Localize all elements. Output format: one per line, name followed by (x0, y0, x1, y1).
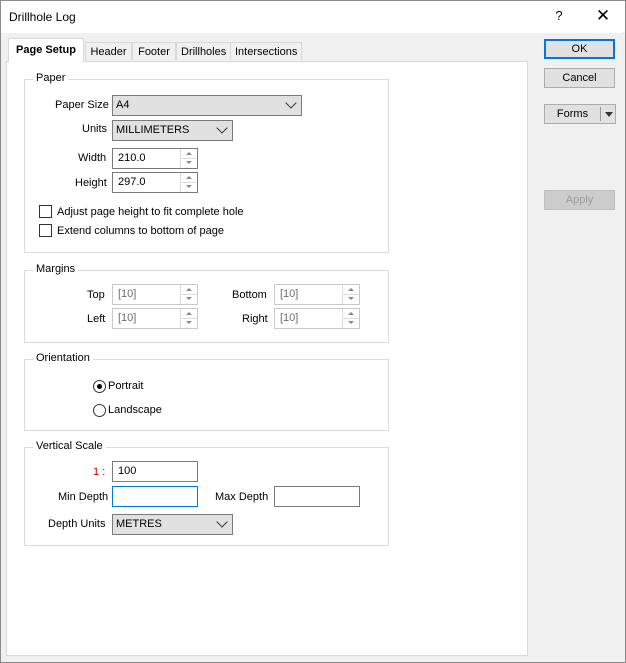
margin-bottom-value: [10] (280, 288, 299, 300)
extend-columns-checkbox[interactable] (39, 224, 52, 237)
orientation-group-title: Orientation (33, 352, 93, 364)
arrow-down-icon (348, 297, 354, 300)
help-button[interactable]: ? (546, 1, 572, 31)
tab-header[interactable]: Header (85, 42, 132, 60)
margin-right-value: [10] (280, 312, 299, 324)
arrow-up-icon (348, 312, 354, 315)
margins-group-title: Margins (33, 263, 79, 275)
landscape-label[interactable]: Landscape (108, 404, 162, 416)
margin-top-stepper[interactable]: [10] (112, 284, 198, 305)
margin-left-spin-buttons[interactable] (180, 309, 197, 328)
margin-top-spin-buttons[interactable] (180, 285, 197, 304)
height-label: Height (75, 177, 107, 189)
apply-button[interactable]: Apply (544, 190, 615, 210)
width-stepper[interactable]: 210.0 (112, 148, 198, 169)
paper-size-value: A4 (116, 99, 130, 111)
ok-button[interactable]: OK (544, 39, 615, 59)
tab-footer[interactable]: Footer (132, 42, 176, 60)
margin-left-stepper[interactable]: [10] (112, 308, 198, 329)
max-depth-input[interactable] (274, 486, 360, 507)
arrow-up-icon (186, 312, 192, 315)
tab-drillholes[interactable]: Drillholes (176, 42, 231, 60)
margin-bottom-stepper[interactable]: [10] (274, 284, 360, 305)
dialog-window: Drillhole Log ? ✕ Page Setup Header Foot… (0, 0, 626, 663)
height-value: 297.0 (118, 176, 146, 188)
extend-columns-label[interactable]: Extend columns to bottom of page (57, 225, 224, 237)
arrow-up-icon (348, 288, 354, 291)
width-spin-buttons[interactable] (180, 149, 197, 168)
title-bar: Drillhole Log ? ✕ (1, 1, 625, 33)
width-label: Width (78, 152, 107, 164)
paper-size-select[interactable]: A4 (112, 95, 302, 116)
margin-left-label: Left (87, 313, 106, 325)
depth-units-label: Depth Units (48, 518, 106, 530)
tab-page-setup[interactable]: Page Setup (8, 38, 84, 62)
units-value: MILLIMETERS (116, 124, 190, 136)
landscape-radio[interactable] (93, 404, 106, 417)
arrow-down-icon (348, 321, 354, 324)
arrow-up-icon (186, 176, 192, 179)
arrow-up-icon (186, 152, 192, 155)
orientation-group: Orientation Portrait Landscape (24, 352, 389, 431)
margins-group: Margins Top [10] Bottom [10] Left [10] R… (24, 263, 389, 343)
cancel-button[interactable]: Cancel (544, 68, 615, 88)
portrait-label[interactable]: Portrait (108, 380, 143, 392)
forms-split-button[interactable]: Forms (544, 104, 616, 124)
tab-panel-page-setup: Paper Paper Size A4 Units MILLIMETERS Wi… (6, 61, 528, 656)
paper-group-title: Paper (33, 72, 69, 84)
dropdown-arrow-icon[interactable] (605, 112, 613, 117)
arrow-down-icon (186, 321, 192, 324)
margin-bottom-spin-buttons[interactable] (342, 285, 359, 304)
forms-button-label[interactable]: Forms (545, 105, 600, 123)
paper-group: Paper Paper Size A4 Units MILLIMETERS Wi… (24, 72, 389, 253)
units-select[interactable]: MILLIMETERS (112, 120, 233, 141)
margin-left-value: [10] (118, 312, 137, 324)
forms-button-separator (600, 107, 601, 121)
depth-units-select[interactable]: METRES (112, 514, 233, 535)
units-label: Units (82, 123, 108, 135)
max-depth-label: Max Depth (215, 491, 269, 503)
margin-right-label: Right (242, 313, 268, 325)
margin-top-label: Top (87, 289, 105, 301)
vertical-scale-group: Vertical Scale 1 : 100 Min Depth Max Dep… (24, 440, 389, 546)
min-depth-input[interactable] (112, 486, 198, 507)
margin-top-value: [10] (118, 288, 137, 300)
tab-intersections[interactable]: Intersections (230, 42, 302, 60)
height-stepper[interactable]: 297.0 (112, 172, 198, 193)
window-title: Drillhole Log (9, 10, 76, 24)
close-icon[interactable]: ✕ (589, 1, 617, 31)
chevron-down-icon (216, 122, 228, 134)
depth-units-value: METRES (116, 518, 162, 530)
arrow-down-icon (186, 297, 192, 300)
width-value: 210.0 (118, 152, 146, 164)
min-depth-label: Min Depth (58, 491, 109, 503)
margin-right-spin-buttons[interactable] (342, 309, 359, 328)
paper-size-label: Paper Size (55, 99, 109, 111)
adjust-height-checkbox[interactable] (39, 205, 52, 218)
margin-right-stepper[interactable]: [10] (274, 308, 360, 329)
scale-ratio-label: 1 : (93, 466, 106, 478)
arrow-down-icon (186, 161, 192, 164)
scale-ratio-input[interactable]: 100 (112, 461, 198, 482)
margin-bottom-label: Bottom (232, 289, 267, 301)
vertical-scale-group-title: Vertical Scale (33, 440, 106, 452)
chevron-down-icon (285, 97, 297, 109)
height-spin-buttons[interactable] (180, 173, 197, 192)
arrow-down-icon (186, 185, 192, 188)
chevron-down-icon (216, 516, 228, 528)
scale-ratio-value: 100 (118, 465, 137, 477)
arrow-up-icon (186, 288, 192, 291)
portrait-radio[interactable] (93, 380, 106, 393)
radio-selected-dot (97, 384, 102, 389)
adjust-height-label[interactable]: Adjust page height to fit complete hole (57, 206, 244, 218)
